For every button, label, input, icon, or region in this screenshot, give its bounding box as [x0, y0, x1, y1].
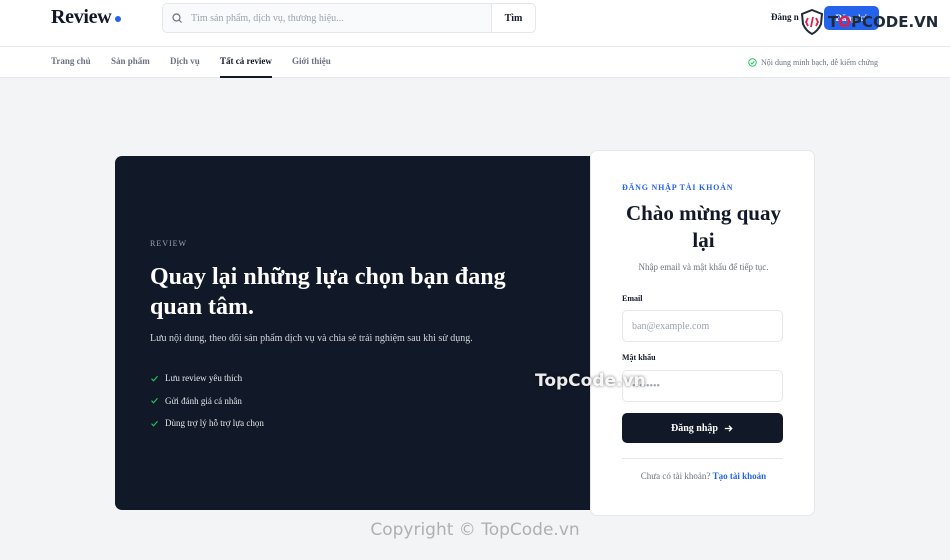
- login-submit-button[interactable]: Đăng nhập: [622, 413, 783, 443]
- form-subtitle: Nhập email và mật khẩu để tiếp tục.: [638, 262, 769, 272]
- logo[interactable]: Review: [51, 6, 122, 29]
- email-label: Email: [622, 294, 643, 303]
- benefit-text: Gửi đánh giá cá nhân: [165, 395, 242, 406]
- footer-text: Chưa có tài khoản?: [640, 471, 711, 481]
- nav-item-home[interactable]: Trang chủ: [51, 47, 91, 78]
- logo-dot: [115, 16, 122, 22]
- nav-item-all-reviews[interactable]: Tất cả review: [220, 47, 272, 78]
- topcode-shield-icon: [800, 9, 824, 35]
- topcode-badge-text: TOPCODE.VN: [828, 13, 939, 31]
- hero-panel: REVIEW Quay lại những lựa chọn bạn đang …: [115, 156, 591, 510]
- trust-note: Nội dung minh bạch, dễ kiểm chứng: [748, 47, 878, 78]
- login-link[interactable]: Đăng n: [771, 12, 799, 22]
- nav-item-services[interactable]: Dịch vụ: [170, 47, 200, 78]
- email-field[interactable]: [622, 310, 783, 342]
- benefit-list: Lưu review yêu thích Gửi đánh giá cá nhâ…: [150, 367, 264, 435]
- check-icon: [151, 420, 158, 427]
- nav-item-about[interactable]: Giới thiệu: [292, 47, 331, 78]
- arrow-right-icon: [724, 424, 733, 432]
- top-header: Review Tìm Đăng n Đăng ký TOPCODE.VN: [0, 0, 950, 47]
- password-label: Mật khẩu: [622, 353, 656, 362]
- benefit-item: Gửi đánh giá cá nhân: [150, 390, 264, 413]
- check-icon: [151, 375, 158, 382]
- copyright-watermark: Copyright © TopCode.vn: [370, 520, 580, 540]
- benefit-item: Dùng trợ lý hỗ trợ lựa chọn: [150, 412, 264, 435]
- search-button[interactable]: Tìm: [491, 4, 535, 32]
- hero-eyebrow: REVIEW: [150, 239, 188, 248]
- form-title: Chào mừng quay lại: [626, 201, 781, 252]
- benefit-text: Lưu review yêu thích: [165, 373, 243, 384]
- logo-text: Review: [51, 6, 112, 28]
- search-icon: [163, 12, 191, 24]
- auth-card: REVIEW Quay lại những lựa chọn bạn đang …: [115, 150, 815, 516]
- form-footer: Chưa có tài khoản? Tạo tài khoản: [591, 471, 816, 481]
- check-icon: [151, 398, 158, 404]
- benefit-item: Lưu review yêu thích: [150, 367, 264, 390]
- check-circle-icon: [748, 58, 757, 67]
- form-divider: [622, 458, 783, 459]
- hero-description: Lưu nội dung, theo dõi sản phẩm dịch vụ …: [150, 333, 473, 344]
- hero-title: Quay lại những lựa chọn bạn đang quan tâ…: [150, 264, 506, 320]
- password-field[interactable]: [622, 370, 783, 402]
- create-account-link[interactable]: Tạo tài khoản: [713, 471, 767, 481]
- nav-item-products[interactable]: Sản phẩm: [111, 47, 150, 78]
- form-eyebrow: ĐĂNG NHẬP TÀI KHOẢN: [622, 183, 734, 192]
- login-form-panel: ĐĂNG NHẬP TÀI KHOẢN Chào mừng quay lại N…: [590, 150, 815, 516]
- search-bar: Tìm: [162, 3, 536, 33]
- login-submit-label: Đăng nhập: [671, 422, 718, 434]
- topcode-watermark-badge: TOPCODE.VN: [800, 7, 938, 37]
- search-input[interactable]: [191, 4, 491, 32]
- benefit-text: Dùng trợ lý hỗ trợ lựa chọn: [165, 418, 264, 429]
- trust-text: Nội dung minh bạch, dễ kiểm chứng: [761, 58, 878, 67]
- main-nav: Trang chủ Sản phẩm Dịch vụ Tất cả review…: [0, 47, 950, 78]
